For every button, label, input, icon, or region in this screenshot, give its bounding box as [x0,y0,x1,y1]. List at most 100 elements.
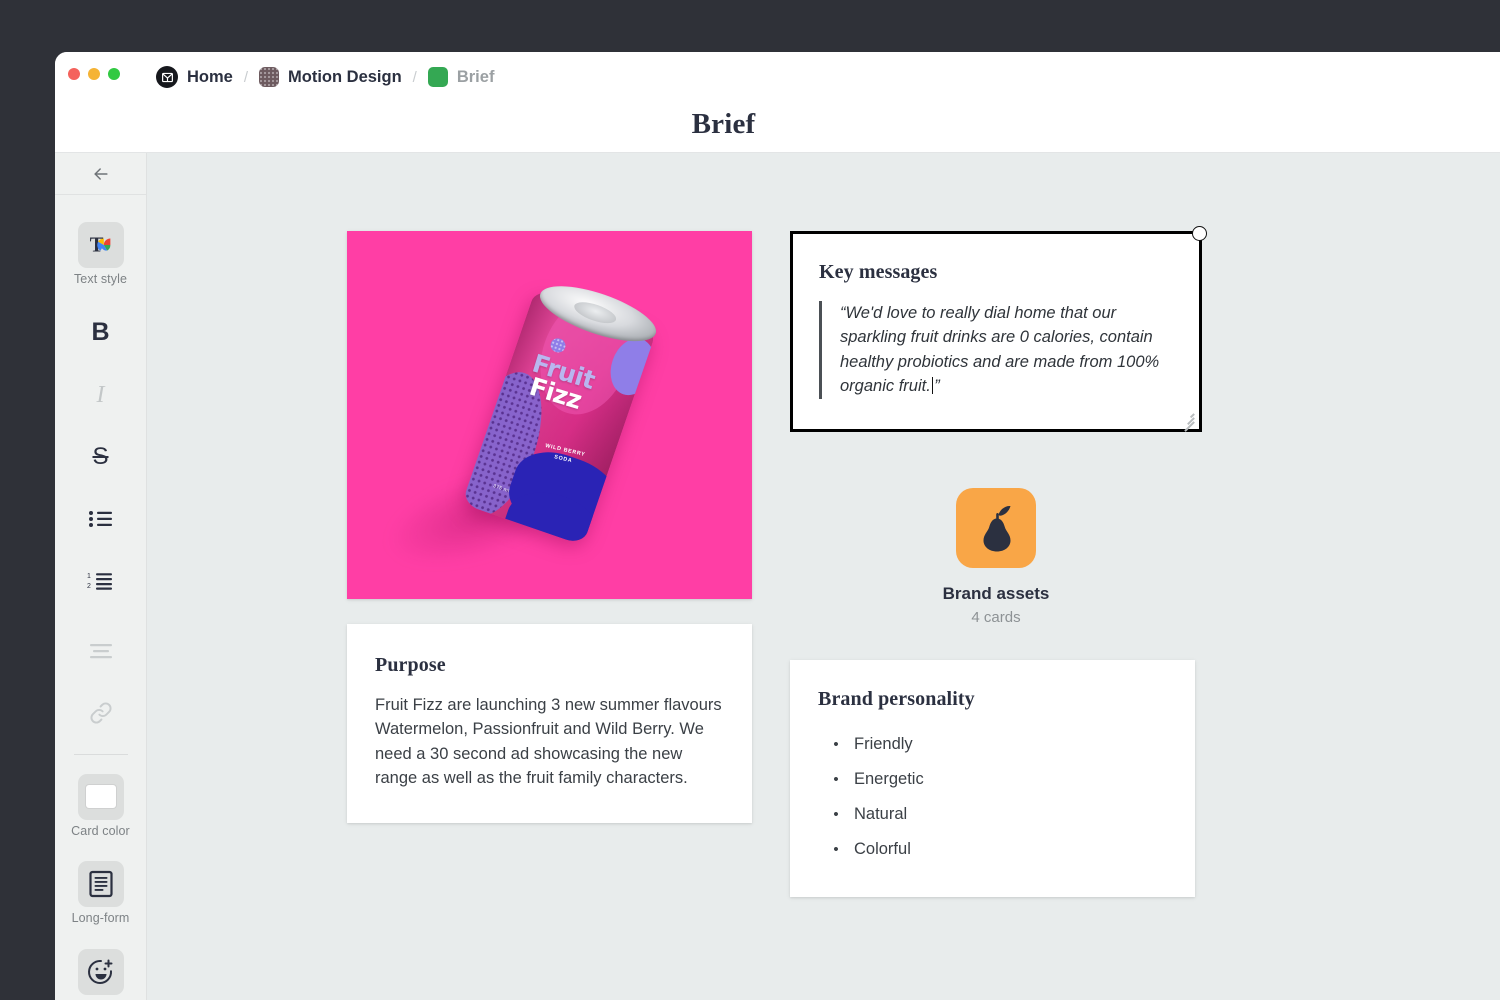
desktop-backdrop: Home / Motion Design / Brief Brief T Tex… [0,0,1500,1000]
resize-handle-top-right[interactable] [1192,226,1207,241]
numbered-list-glyph-icon: 1 2 [87,573,112,590]
list-item-label: Colorful [854,839,911,858]
key-messages-heading: Key messages [819,261,938,283]
pear-icon [983,505,1011,552]
svg-text:2: 2 [87,583,91,590]
key-messages-quote-text: “We'd love to really dial home that our … [840,301,1173,399]
numbered-list-icon: 1 2 [78,558,124,604]
breadcrumb: Home / Motion Design / Brief [156,64,494,90]
list-item-label: Natural [854,804,908,823]
quote-body: “We'd love to really dial home that our … [840,304,1160,396]
breadcrumb-separator: / [243,68,249,86]
brand-personality-heading: Brand personality [818,687,975,710]
text-style-icon: T [77,222,124,268]
card-key-messages[interactable]: Key messages “We'd love to really dial h… [790,226,1207,432]
list-item: • Natural [818,797,1167,832]
sidebar-item-card-color[interactable]: Card color [55,769,146,843]
minimize-window-button[interactable] [88,68,100,80]
breadcrumb-label-motion-design: Motion Design [288,67,402,86]
italic-glyph: I [96,381,105,408]
sidebar-item-strikethrough[interactable]: S [55,429,146,485]
sidebar-item-link[interactable] [55,685,146,741]
sidebar-item-add-reaction[interactable] [55,944,146,1000]
sidebar-back-button[interactable] [55,153,146,195]
bulleted-list-icon [78,496,124,542]
key-messages-blockquote[interactable]: “We'd love to really dial home that our … [819,301,1173,399]
sidebar-label-text-style: Text style [73,272,128,286]
home-logo-icon [156,66,178,88]
title-bar: Home / Motion Design / Brief Brief [55,52,1500,153]
card-color-icon [77,773,124,820]
breadcrumb-label-brief: Brief [456,67,495,86]
brand-personality-list: • Friendly • Energetic • Natural • Colorful [818,727,1167,867]
back-arrow-icon [93,167,108,180]
app-body: T Text style B I S 1 2 Card color Long-f… [55,153,1500,1000]
list-item: • Friendly [818,727,1167,762]
bold-glyph: B [91,318,110,347]
page-title: Brief [691,108,756,140]
quote-closing-mark: ” [934,377,940,396]
folder-brand-assets[interactable]: Brand assets 4 cards [790,487,1202,626]
sidebar-label-card-color: Card color [71,823,130,838]
text-style-glyph-icon: T [89,235,110,257]
sidebar-item-bulleted-list[interactable] [55,491,146,547]
brand-assets-count: 4 cards [971,608,1021,626]
maximize-window-button[interactable] [108,68,120,80]
list-item-label: Friendly [854,734,913,753]
canvas-column-right: Key messages “We'd love to really dial h… [790,226,1207,897]
bullet-icon: • [833,770,839,788]
add-reaction-icon [77,949,124,996]
strikethrough-icon: S [78,434,124,480]
align-icon [78,628,124,674]
bullet-icon: • [833,840,839,858]
sidebar-divider [73,753,128,755]
card-color-swatch [85,785,116,809]
breadcrumb-label-home: Home [187,67,233,86]
resize-grip-bottom-right[interactable] [1180,411,1195,432]
card-brand-personality[interactable]: Brand personality • Friendly • Energetic •… [790,659,1195,897]
sidebar-item-numbered-list[interactable]: 1 2 [55,553,146,609]
list-item: • Energetic [818,762,1167,797]
bulleted-list-glyph-icon [88,510,112,527]
sidebar-label-long-form: Long-form [71,911,130,926]
breadcrumb-item-motion-design[interactable]: Motion Design [259,67,402,87]
sidebar-tool-list: T Text style B I S 1 2 Card color Long-f… [55,195,146,1000]
breadcrumb-separator: / [412,68,417,86]
brand-assets-folder-icon [956,487,1036,568]
list-item-label: Energetic [854,769,924,788]
link-glyph-icon [89,702,112,724]
sidebar-item-long-form[interactable]: Long-form [55,856,146,930]
purpose-body: Fruit Fizz are launching 3 new summer fl… [375,696,722,788]
bullet-icon: • [833,805,839,823]
purpose-heading: Purpose [375,654,446,676]
card-fruit-fizz-image[interactable]: Fruit Fizz WILD BERRY SODA 375 ml [347,231,752,599]
smiley-plus-glyph-icon [87,959,112,984]
sidebar-item-align[interactable] [55,623,146,679]
long-form-icon [77,861,124,908]
list-item: • Colorful [818,832,1167,867]
bullet-icon: • [833,735,839,753]
bold-icon: B [78,310,124,356]
breadcrumb-item-brief[interactable]: Brief [427,67,495,87]
app-window: Home / Motion Design / Brief Brief T Tex… [55,52,1500,1000]
canvas-column-left: Fruit Fizz WILD BERRY SODA 375 ml Purpos… [347,231,752,823]
breadcrumb-item-home[interactable]: Home [156,66,233,88]
italic-icon: I [78,372,124,418]
long-form-glyph-icon [88,871,113,898]
brief-folder-icon [427,67,448,87]
align-glyph-icon [89,643,112,658]
board-canvas[interactable]: Fruit Fizz WILD BERRY SODA 375 ml Purpos… [147,153,1500,1000]
sidebar-item-italic[interactable]: I [55,367,146,423]
soda-can-illustration: Fruit Fizz WILD BERRY SODA 375 ml [449,264,685,562]
card-purpose[interactable]: Purpose Fruit Fizz are launching 3 new s… [347,624,752,823]
strikethrough-glyph: S [92,442,109,470]
link-icon [78,690,124,736]
brand-assets-name: Brand assets [942,583,1050,603]
svg-text:1: 1 [87,573,91,580]
sidebar-item-text-style[interactable]: T Text style [55,217,146,291]
sidebar-item-bold[interactable]: B [55,305,146,361]
close-window-button[interactable] [68,68,80,80]
motion-design-folder-icon [259,67,280,87]
window-controls[interactable] [68,68,120,80]
formatting-sidebar: T Text style B I S 1 2 Card color Long-f… [55,153,147,1000]
